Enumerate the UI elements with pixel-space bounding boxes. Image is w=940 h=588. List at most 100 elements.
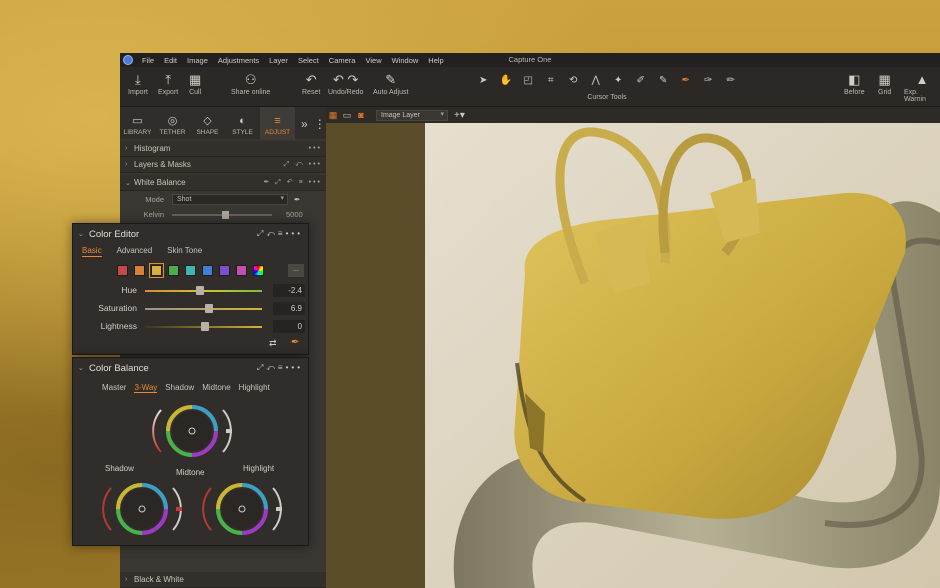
tab-skin-tone[interactable]: Skin Tone bbox=[167, 246, 202, 256]
exposure-warning-button[interactable]: ▲ Exp. Warnin bbox=[904, 71, 940, 103]
swatch-purple[interactable] bbox=[219, 265, 230, 276]
tab-shape-label: SHAPE bbox=[196, 129, 219, 136]
swap-icon[interactable]: ⇄ bbox=[269, 338, 277, 349]
kelvin-slider-knob[interactable] bbox=[222, 210, 229, 219]
tab-master[interactable]: Master bbox=[102, 383, 126, 393]
undo-redo-button[interactable]: ↶ ↷ Undo/Redo bbox=[328, 71, 363, 96]
histogram-section[interactable]: › Histogram ••• bbox=[120, 141, 326, 157]
menu-adjustments[interactable]: Adjustments bbox=[213, 56, 264, 65]
tab-shadow[interactable]: Shadow bbox=[165, 383, 194, 393]
highlight-color-wheel[interactable] bbox=[201, 478, 287, 540]
tab-library[interactable]: ▭ LIBRARY bbox=[120, 107, 155, 139]
saturation-slider-knob[interactable] bbox=[205, 304, 213, 313]
gradient-mask-icon[interactable]: ✑ bbox=[697, 75, 719, 86]
magic-wand-icon: ✎ bbox=[385, 72, 397, 87]
tab-adjust[interactable]: ≡ ADJUST bbox=[260, 107, 295, 139]
color-editor-header[interactable]: ⌄ Color Editor ⤢↶≡••• bbox=[73, 224, 308, 244]
more-tabs-icon[interactable]: » bbox=[301, 117, 308, 139]
saturation-row: Saturation 6.9 bbox=[73, 302, 309, 316]
menu-layer[interactable]: Layer bbox=[264, 56, 293, 65]
image-viewer[interactable] bbox=[425, 123, 940, 588]
annotation-icon[interactable]: ✏ bbox=[720, 75, 742, 86]
export-button[interactable]: ⤒ Export bbox=[158, 71, 178, 96]
tab-style[interactable]: ◐ STYLE bbox=[225, 107, 260, 139]
swatch-all-colors[interactable] bbox=[253, 265, 264, 276]
color-picker-icon[interactable]: ✒ bbox=[675, 75, 697, 86]
more-colors-button[interactable]: ... bbox=[288, 264, 304, 277]
grid-button[interactable]: ▦ Grid bbox=[878, 71, 891, 96]
wb-mode-select[interactable]: Shot bbox=[172, 194, 288, 205]
before-button[interactable]: ◧ Before bbox=[844, 71, 865, 96]
crop-tool-icon[interactable]: ⌗ bbox=[540, 75, 562, 86]
kelvin-slider[interactable] bbox=[172, 210, 272, 219]
hue-value[interactable]: -2.4 bbox=[273, 284, 305, 297]
reset-label: Reset bbox=[302, 89, 321, 96]
rotate-tool-icon[interactable]: ⟲ bbox=[562, 75, 584, 86]
shadow-color-wheel[interactable] bbox=[101, 478, 187, 540]
more-options-icon[interactable]: ••• bbox=[309, 145, 322, 152]
pan-cursor-icon[interactable]: ✋ bbox=[495, 75, 517, 86]
chevron-down-icon: ⌄ bbox=[78, 365, 84, 372]
tabs-menu-icon[interactable]: ⋮ bbox=[314, 117, 326, 139]
menu-edit[interactable]: Edit bbox=[159, 56, 182, 65]
color-picker-icon[interactable]: ✒ bbox=[291, 337, 299, 348]
menu-image[interactable]: Image bbox=[182, 56, 213, 65]
panel-tools-icon[interactable]: ⤢↶≡••• bbox=[257, 363, 303, 373]
panel-tools-icon[interactable]: ⤢↶≡••• bbox=[257, 229, 303, 239]
auto-adjust-label: Auto Adjust bbox=[373, 89, 409, 96]
spot-removal-icon[interactable]: ✦ bbox=[607, 75, 629, 86]
tab-basic[interactable]: Basic bbox=[82, 246, 102, 257]
menu-help[interactable]: Help bbox=[423, 56, 448, 65]
tab-tether[interactable]: ◎ TETHER bbox=[155, 107, 190, 139]
eyedropper-icon[interactable]: ✒ bbox=[294, 195, 300, 204]
loupe-icon[interactable]: ◰ bbox=[517, 75, 539, 86]
swatch-red[interactable] bbox=[117, 265, 128, 276]
share-online-button[interactable]: ⚇ Share online bbox=[231, 71, 270, 96]
swatch-magenta[interactable] bbox=[236, 265, 247, 276]
cull-button[interactable]: ▦ Cull bbox=[189, 71, 201, 96]
menu-file[interactable]: File bbox=[137, 56, 159, 65]
menu-window[interactable]: Window bbox=[387, 56, 424, 65]
swatch-green[interactable] bbox=[168, 265, 179, 276]
hue-slider-knob[interactable] bbox=[196, 286, 204, 295]
swatch-blue[interactable] bbox=[202, 265, 213, 276]
folder-icon: ▭ bbox=[132, 115, 143, 127]
layers-masks-section[interactable]: › Layers & Masks ⤢ ↶ ••• bbox=[120, 157, 326, 173]
brush-icon[interactable]: ✐ bbox=[630, 75, 652, 86]
add-layer-icon[interactable]: +▾ bbox=[454, 110, 465, 121]
single-view-icon[interactable]: ▭ bbox=[340, 110, 354, 121]
cull-label: Cull bbox=[189, 89, 202, 96]
section-tools-icon[interactable]: ✒ ⤢ ↶ ≡ ••• bbox=[263, 178, 322, 187]
app-logo-icon bbox=[123, 55, 133, 65]
lightness-slider-knob[interactable] bbox=[201, 322, 209, 331]
viewer-mode-icon[interactable]: ◙ bbox=[354, 110, 368, 120]
white-balance-section[interactable]: ⌄ White Balance ✒ ⤢ ↶ ≡ ••• bbox=[120, 175, 326, 191]
tab-3-way[interactable]: 3-Way bbox=[134, 383, 158, 393]
section-tools-icon[interactable]: ⤢ ↶ ••• bbox=[284, 161, 322, 169]
swatch-orange[interactable] bbox=[134, 265, 145, 276]
select-cursor-icon[interactable]: ➤ bbox=[472, 75, 494, 86]
saturation-value[interactable]: 6.9 bbox=[273, 302, 305, 315]
master-color-wheel[interactable] bbox=[151, 400, 237, 462]
wb-mode-row: Mode Shot ✒ bbox=[120, 192, 326, 207]
tab-highlight[interactable]: Highlight bbox=[239, 383, 270, 393]
swatch-yellow[interactable] bbox=[149, 263, 164, 278]
import-button[interactable]: ⤓ Import bbox=[128, 71, 148, 96]
menu-view[interactable]: View bbox=[360, 56, 386, 65]
tab-midtone[interactable]: Midtone bbox=[202, 383, 230, 393]
keystone-tool-icon[interactable]: ⋀ bbox=[585, 75, 607, 86]
menu-select[interactable]: Select bbox=[293, 56, 324, 65]
tab-advanced[interactable]: Advanced bbox=[117, 246, 153, 256]
black-white-section[interactable]: › Black & White bbox=[120, 572, 326, 588]
tab-shape[interactable]: ◇ SHAPE bbox=[190, 107, 225, 139]
saturation-slider[interactable] bbox=[145, 308, 262, 310]
reset-button[interactable]: ↶ Reset bbox=[302, 71, 320, 96]
lightness-value[interactable]: 0 bbox=[273, 320, 305, 333]
layer-select[interactable]: Image Layer bbox=[376, 109, 448, 121]
menu-camera[interactable]: Camera bbox=[324, 56, 361, 65]
color-balance-header[interactable]: ⌄ Color Balance ⤢↶≡••• bbox=[73, 358, 308, 378]
grid-view-icon[interactable]: ▦ bbox=[326, 110, 340, 121]
auto-adjust-button[interactable]: ✎ Auto Adjust bbox=[373, 71, 408, 96]
swatch-cyan[interactable] bbox=[185, 265, 196, 276]
eraser-icon[interactable]: ✎ bbox=[652, 75, 674, 86]
